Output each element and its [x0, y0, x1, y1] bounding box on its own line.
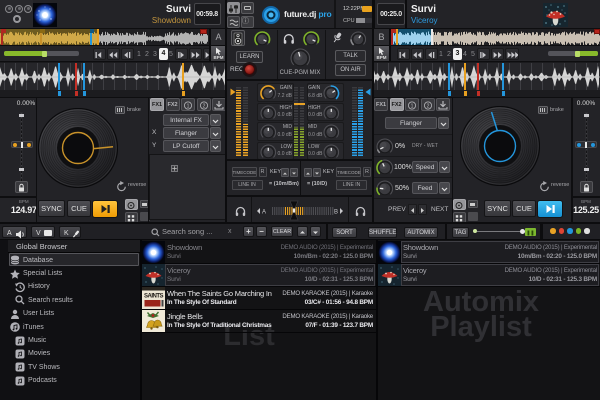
- svg-text:2: 2: [202, 103, 205, 109]
- svg-text:1: 1: [411, 103, 414, 109]
- svg-text:A: A: [262, 210, 266, 216]
- svg-text:2: 2: [426, 103, 429, 109]
- svg-text:1: 1: [187, 103, 190, 109]
- svg-text:SAINTS: SAINTS: [144, 294, 164, 300]
- svg-text:B: B: [334, 210, 338, 216]
